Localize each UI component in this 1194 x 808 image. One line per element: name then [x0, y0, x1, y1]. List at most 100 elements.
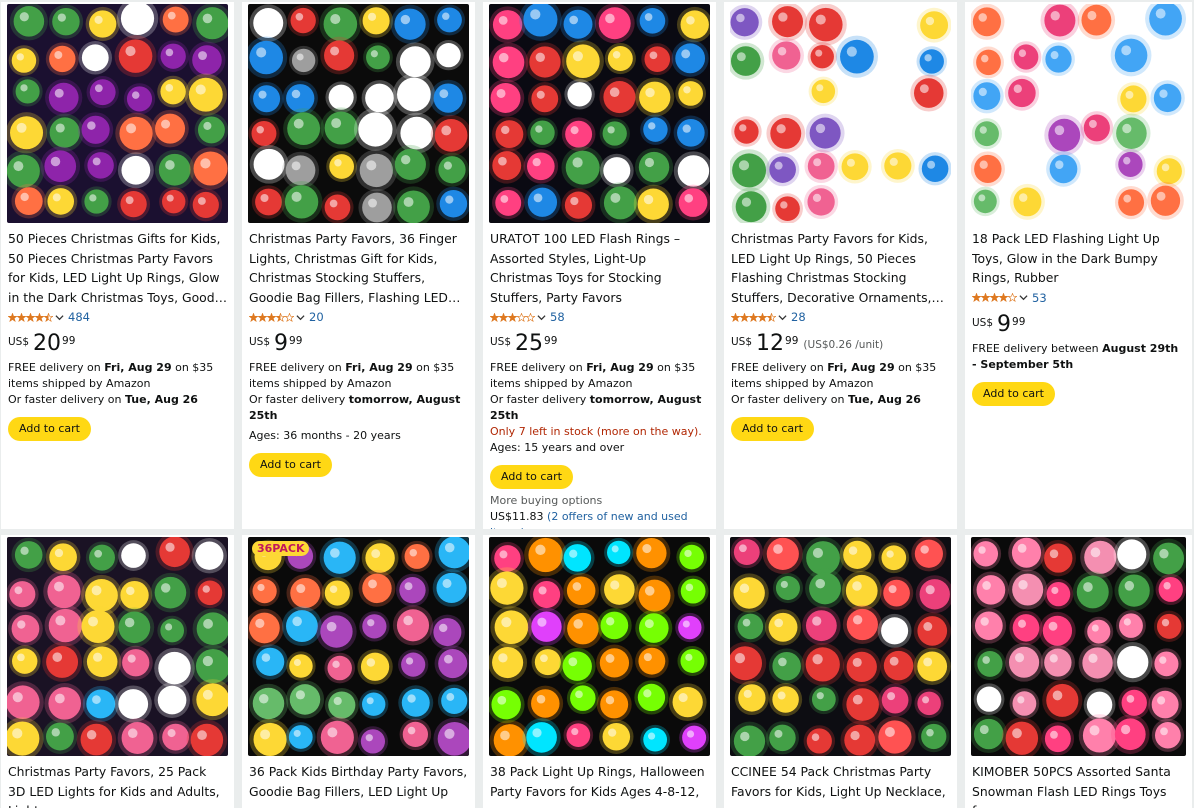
add-to-cart-button[interactable]: Add to cart: [249, 453, 332, 477]
product-image[interactable]: [971, 4, 1186, 223]
product-image[interactable]: [7, 4, 228, 223]
product-image[interactable]: [730, 4, 951, 223]
delivery-info: FREE delivery on Fri, Aug 29 on $35 item…: [490, 361, 696, 390]
star-icon: [972, 293, 981, 302]
product-image[interactable]: [248, 4, 469, 223]
rating-count-link[interactable]: 58: [550, 310, 565, 324]
star-icon: [740, 312, 749, 322]
product-title[interactable]: 50 Pieces Christmas Gifts for Kids, 50 P…: [8, 229, 227, 307]
price-currency: US$: [731, 336, 753, 348]
add-to-cart-button[interactable]: Add to cart: [490, 465, 573, 489]
product-card[interactable]: Christmas Party Favors, 25 Pack 3D LED L…: [1, 535, 234, 808]
product-image[interactable]: 36PACK: [248, 537, 469, 756]
product-image-art: [971, 4, 1186, 223]
star-rating[interactable]: [249, 312, 294, 322]
add-to-cart-button[interactable]: Add to cart: [8, 417, 91, 441]
used-price: US$11.83: [490, 510, 544, 523]
price-fraction: 99: [785, 335, 799, 347]
product-image-art: [971, 537, 1186, 756]
price: US$ 9 99: [249, 332, 468, 360]
price-currency: US$: [490, 336, 512, 348]
product-image-art: [7, 537, 228, 756]
star-icon: [249, 312, 258, 322]
add-to-cart-button[interactable]: Add to cart: [972, 381, 1055, 406]
product-title[interactable]: 38 Pack Light Up Rings, Halloween Party …: [490, 762, 709, 801]
product-card[interactable]: 50 Pieces Christmas Gifts for Kids, 50 P…: [1, 2, 234, 529]
price-whole: 9: [274, 331, 289, 356]
star-rating[interactable]: [490, 312, 535, 322]
product-card[interactable]: URATOT 100 LED Flash Rings – Assorted St…: [483, 2, 716, 529]
product-card[interactable]: KIMOBER 50PCS Assorted Santa Snowman Fla…: [965, 535, 1192, 808]
delivery-info: FREE delivery on Fri, Aug 29 on $35 item…: [8, 361, 214, 390]
price-fraction: 99: [62, 335, 76, 347]
product-title[interactable]: Christmas Party Favors for Kids, LED Lig…: [731, 229, 950, 307]
used-offers: US$11.83 (2 offers of new and used items…: [490, 509, 709, 529]
rating-count-link[interactable]: 20: [309, 310, 324, 324]
chevron-down-icon[interactable]: [778, 313, 787, 322]
product-title[interactable]: 36 Pack Kids Birthday Party Favors, Good…: [249, 762, 468, 801]
product-card[interactable]: 18 Pack LED Flashing Light Up Toys, Glow…: [965, 2, 1192, 529]
price-fraction: 99: [544, 335, 558, 347]
delivery-info: FREE delivery between August 29th - Sept…: [972, 341, 1179, 371]
delivery-info: FREE delivery on Fri, Aug 29 on $35 item…: [731, 361, 937, 390]
star-icon: [8, 312, 17, 322]
star-icon: [981, 293, 990, 302]
add-to-cart-button[interactable]: Add to cart: [731, 417, 814, 441]
fast-delivery-info: Or faster delivery tomorrow, August 25th: [249, 393, 461, 422]
stock-warning: Only 7 left in stock (more on the way).: [490, 425, 702, 438]
product-image-art: [248, 537, 469, 756]
price: US$ 12 99 (US$0.26 /unit): [731, 332, 950, 360]
rating-count-link[interactable]: 484: [68, 310, 90, 324]
product-image-art: [7, 4, 228, 223]
product-image[interactable]: [730, 537, 951, 756]
chevron-down-icon[interactable]: [537, 313, 546, 322]
product-image-art: [730, 4, 951, 223]
star-icon: [526, 312, 535, 322]
fast-delivery-info: Or faster delivery on Tue, Aug 26: [8, 393, 198, 406]
rating-count-link[interactable]: 53: [1032, 291, 1047, 305]
product-card[interactable]: CCINEE 54 Pack Christmas Party Favors fo…: [724, 535, 957, 808]
star-icon: [1008, 293, 1017, 302]
product-card[interactable]: Christmas Party Favors, 36 Finger Lights…: [242, 2, 475, 529]
star-icon: [999, 293, 1008, 302]
rating-count-link[interactable]: 28: [791, 310, 806, 324]
star-icon: [758, 312, 767, 322]
price-whole: 20: [33, 331, 62, 356]
price-currency: US$: [8, 336, 30, 348]
fast-delivery-info: Or faster delivery tomorrow, August 25th: [490, 393, 702, 422]
product-title[interactable]: KIMOBER 50PCS Assorted Santa Snowman Fla…: [972, 762, 1185, 808]
chevron-down-icon[interactable]: [296, 313, 305, 322]
chevron-down-icon[interactable]: [1019, 293, 1028, 302]
price: US$ 9 99: [972, 311, 1185, 341]
product-image-art: [489, 537, 710, 756]
product-title[interactable]: Christmas Party Favors, 25 Pack 3D LED L…: [8, 762, 227, 808]
product-image[interactable]: [489, 537, 710, 756]
age-range: Ages: 15 years and over: [490, 441, 625, 454]
product-title[interactable]: Christmas Party Favors, 36 Finger Lights…: [249, 229, 468, 307]
price-fraction: 99: [289, 335, 303, 347]
product-image-art: [248, 4, 469, 223]
price-whole: 25: [515, 331, 544, 356]
price-currency: US$: [972, 316, 994, 329]
product-card[interactable]: Christmas Party Favors for Kids, LED Lig…: [724, 2, 957, 529]
product-image[interactable]: [7, 537, 228, 756]
product-card[interactable]: 38 Pack Light Up Rings, Halloween Party …: [483, 535, 716, 808]
star-rating[interactable]: [731, 312, 776, 322]
price-whole: 9: [997, 311, 1012, 337]
star-icon: [258, 312, 267, 322]
star-rating[interactable]: [972, 293, 1017, 302]
product-title[interactable]: CCINEE 54 Pack Christmas Party Favors fo…: [731, 762, 950, 801]
star-icon: [35, 312, 44, 322]
star-icon: [17, 312, 26, 322]
product-card[interactable]: 36PACK 36 Pack Kids Birthday Party Favor…: [242, 535, 475, 808]
product-title[interactable]: URATOT 100 LED Flash Rings – Assorted St…: [490, 229, 709, 307]
age-range: Ages: 36 months - 20 years: [249, 429, 401, 442]
star-icon: [44, 312, 53, 322]
star-icon: [767, 312, 776, 322]
chevron-down-icon[interactable]: [55, 313, 64, 322]
star-rating[interactable]: [8, 312, 53, 322]
product-title[interactable]: 18 Pack LED Flashing Light Up Toys, Glow…: [972, 229, 1185, 288]
product-image[interactable]: [489, 4, 710, 223]
product-image[interactable]: [971, 537, 1186, 756]
star-icon: [508, 312, 517, 322]
